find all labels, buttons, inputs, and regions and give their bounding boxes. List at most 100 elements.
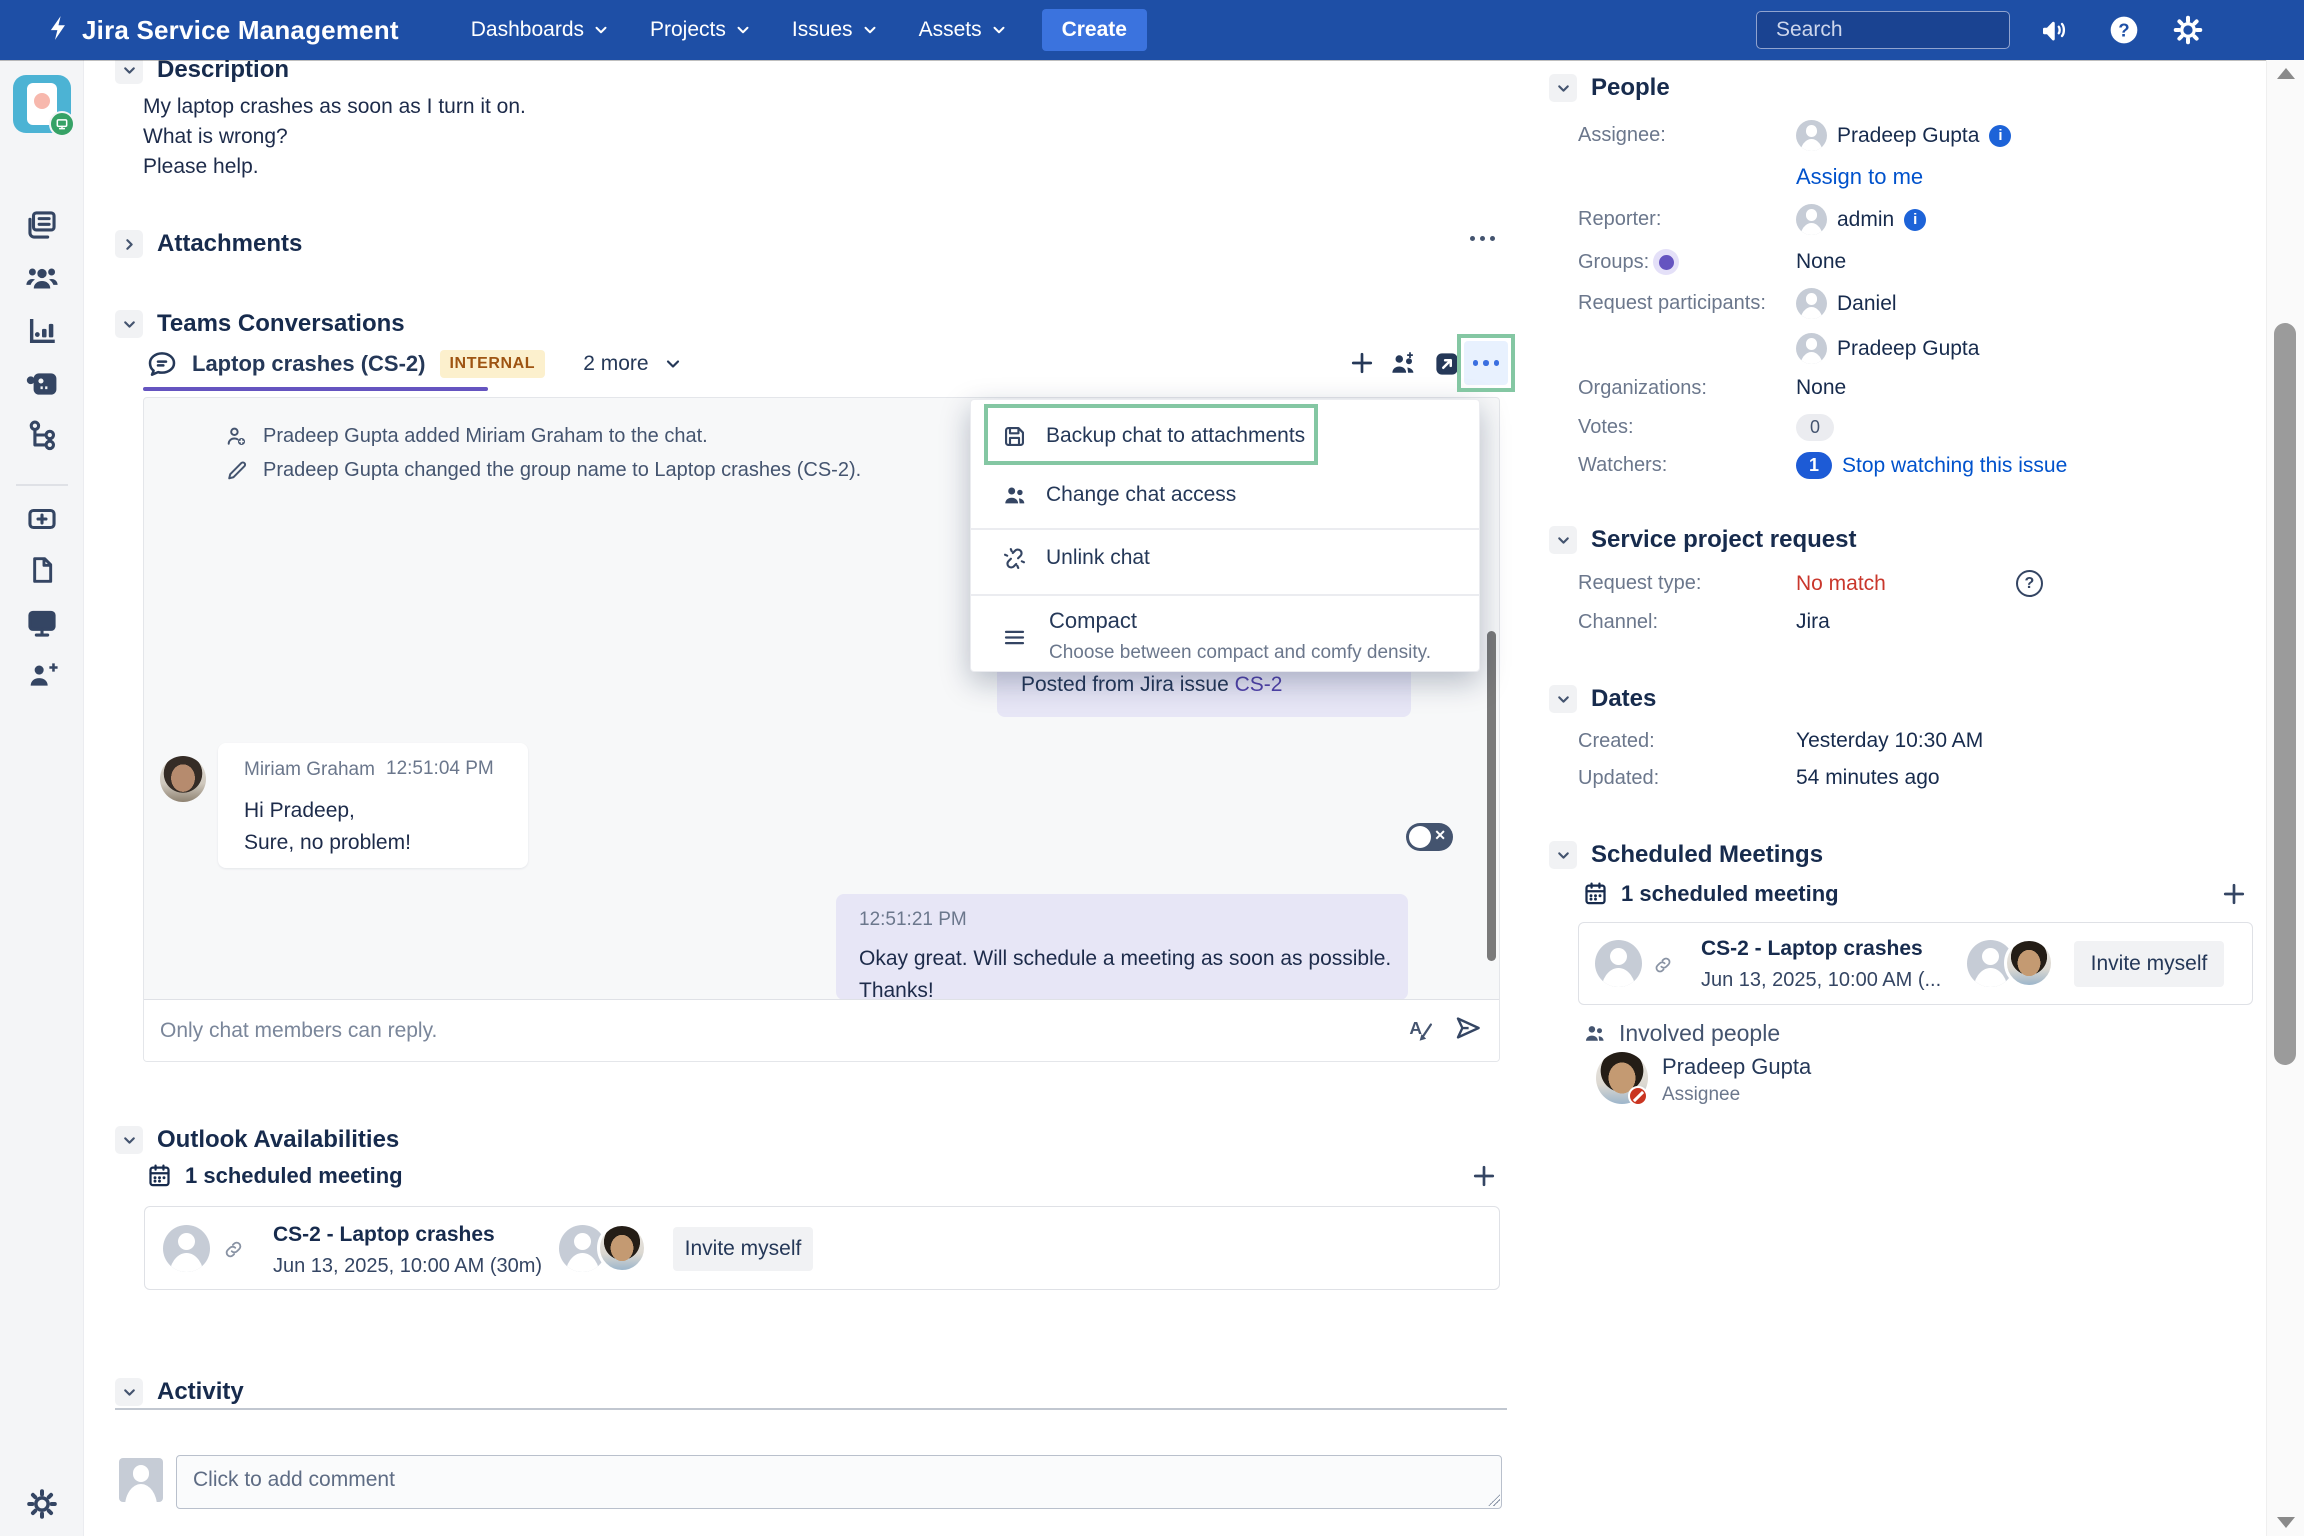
- message-author: Miriam Graham: [244, 759, 375, 781]
- collapse-chevron-icon[interactable]: [115, 1126, 143, 1154]
- invite-myself-button[interactable]: Invite myself: [673, 1227, 813, 1271]
- customers-icon[interactable]: [0, 260, 84, 296]
- meetings-title: Scheduled Meetings: [1591, 841, 1823, 869]
- collapse-chevron-icon[interactable]: [1549, 74, 1577, 102]
- chat-scrollbar-thumb[interactable]: [1487, 631, 1496, 961]
- settings-icon[interactable]: [0, 1488, 84, 1520]
- expand-chevron-icon[interactable]: [115, 230, 143, 258]
- description-title: Description: [157, 56, 289, 84]
- activity-divider: [115, 1408, 1507, 1410]
- attendee-avatar: [2004, 938, 2054, 988]
- format-icon[interactable]: A: [1407, 1014, 1435, 1047]
- scrollbar-thumb[interactable]: [2274, 323, 2296, 1065]
- add-meeting-icon[interactable]: [2220, 880, 2248, 913]
- monitor-icon[interactable]: [0, 606, 84, 640]
- info-icon[interactable]: i: [1904, 209, 1926, 231]
- nav-assets[interactable]: Assets: [919, 18, 1008, 42]
- active-tab-indicator: [143, 387, 488, 391]
- meeting-card[interactable]: CS-2 - Laptop crashes Jun 13, 2025, 10:0…: [144, 1206, 1500, 1290]
- attachments-title: Attachments: [157, 230, 302, 258]
- meetings-section-header: Scheduled Meetings: [1549, 841, 1823, 869]
- document-icon[interactable]: [0, 554, 84, 586]
- megaphone-icon[interactable]: [2032, 0, 2076, 60]
- chat-reply-input[interactable]: [160, 1019, 1407, 1043]
- more-chats-label[interactable]: 2 more: [583, 352, 648, 376]
- nav-projects[interactable]: Projects: [650, 18, 752, 42]
- top-navbar: Jira Service Management Dashboards Proje…: [0, 0, 2304, 60]
- reports-icon[interactable]: [0, 314, 84, 348]
- avatar: [1796, 288, 1827, 319]
- add-meeting-icon[interactable]: [1470, 1162, 1498, 1195]
- outlook-title: Outlook Availabilities: [157, 1126, 399, 1154]
- menu-item-unlink-chat[interactable]: Unlink chat: [971, 534, 1479, 582]
- chat-tab-title: Laptop crashes (CS-2): [192, 351, 426, 377]
- groups-value: None: [1796, 250, 1846, 274]
- collapse-chevron-icon[interactable]: [1549, 841, 1577, 869]
- participant-name[interactable]: Daniel: [1837, 292, 1897, 316]
- structure-icon[interactable]: [0, 418, 84, 452]
- participant-name[interactable]: Pradeep Gupta: [1837, 337, 1979, 361]
- menu-item-change-access[interactable]: Change chat access: [971, 471, 1479, 519]
- chevron-down-icon[interactable]: [663, 354, 683, 374]
- info-icon[interactable]: i: [1989, 125, 2011, 147]
- card-add-icon[interactable]: [0, 502, 84, 536]
- create-button[interactable]: Create: [1042, 9, 1147, 51]
- chat-tab[interactable]: Laptop crashes (CS-2) INTERNAL 2 more: [146, 348, 683, 380]
- chevron-down-icon: [592, 21, 610, 39]
- meeting-card[interactable]: CS-2 - Laptop crashes Jun 13, 2025, 10:0…: [1578, 922, 2253, 1005]
- invite-people-icon[interactable]: [0, 658, 84, 692]
- group-indicator-icon[interactable]: [1653, 249, 1679, 275]
- issue-link[interactable]: CS-2: [1235, 673, 1283, 696]
- chat-options-menu: Backup chat to attachments Change chat a…: [970, 399, 1480, 672]
- invite-myself-button[interactable]: Invite myself: [2074, 941, 2224, 987]
- reporter-row: Reporter: admin i: [1578, 204, 2258, 235]
- reporter-name[interactable]: admin: [1837, 208, 1894, 232]
- menu-item-compact[interactable]: Compact Choose between compact and comfy…: [971, 600, 1479, 672]
- project-avatar[interactable]: [13, 75, 71, 133]
- queues-icon[interactable]: [0, 208, 84, 242]
- compact-toggle[interactable]: ✕: [1406, 823, 1453, 851]
- assignee-name[interactable]: Pradeep Gupta: [1837, 124, 1979, 148]
- menu-item-backup-chat[interactable]: Backup chat to attachments: [971, 412, 1479, 460]
- settings-icon[interactable]: [2166, 0, 2210, 60]
- nav-issues[interactable]: Issues: [792, 18, 879, 42]
- channels-icon[interactable]: [0, 366, 84, 402]
- stop-watching-link[interactable]: Stop watching this issue: [1842, 454, 2067, 478]
- svg-text:A: A: [1409, 1018, 1422, 1038]
- help-icon[interactable]: ?: [2102, 0, 2146, 60]
- watchers-badge[interactable]: 1: [1796, 452, 1832, 479]
- collapse-chevron-icon[interactable]: [115, 1378, 143, 1406]
- send-icon[interactable]: [1453, 1013, 1483, 1048]
- collapse-chevron-icon[interactable]: [1549, 526, 1577, 554]
- open-chat-icon[interactable]: [1432, 349, 1462, 384]
- collapse-chevron-icon[interactable]: [115, 56, 143, 84]
- add-icon[interactable]: [1348, 349, 1376, 382]
- collapse-chevron-icon[interactable]: [1549, 685, 1577, 713]
- nav-menu: Dashboards Projects Issues Assets: [471, 18, 1008, 42]
- nav-dashboards[interactable]: Dashboards: [471, 18, 610, 42]
- attachments-more-icon[interactable]: [1470, 236, 1495, 241]
- scroll-down-icon[interactable]: [2277, 1517, 2295, 1528]
- svg-text:?: ?: [2118, 20, 2129, 41]
- scroll-up-icon[interactable]: [2277, 68, 2295, 79]
- people-section-header: People: [1549, 74, 1670, 102]
- chat-more-button[interactable]: [1464, 341, 1508, 385]
- assign-to-me-link[interactable]: Assign to me: [1796, 164, 1923, 190]
- add-people-icon[interactable]: [1388, 349, 1418, 384]
- comment-input[interactable]: [176, 1455, 1502, 1509]
- updated-label: Updated:: [1578, 767, 1796, 790]
- search-box[interactable]: [1756, 11, 2010, 49]
- meeting-title: CS-2 - Laptop crashes: [273, 1223, 495, 1247]
- app-logo[interactable]: Jira Service Management: [46, 13, 399, 48]
- page-scrollbar[interactable]: [2266, 60, 2304, 1536]
- votes-badge[interactable]: 0: [1796, 414, 1834, 441]
- question-icon[interactable]: ?: [2016, 570, 2043, 597]
- involved-title: Involved people: [1619, 1020, 1780, 1047]
- collapse-chevron-icon[interactable]: [115, 310, 143, 338]
- people-title: People: [1591, 74, 1670, 102]
- watchers-label: Watchers:: [1578, 454, 1796, 477]
- pencil-icon: [224, 458, 249, 483]
- resize-handle[interactable]: [1488, 1494, 1500, 1506]
- bolt-icon: [46, 13, 72, 48]
- search-input[interactable]: [1776, 18, 2047, 42]
